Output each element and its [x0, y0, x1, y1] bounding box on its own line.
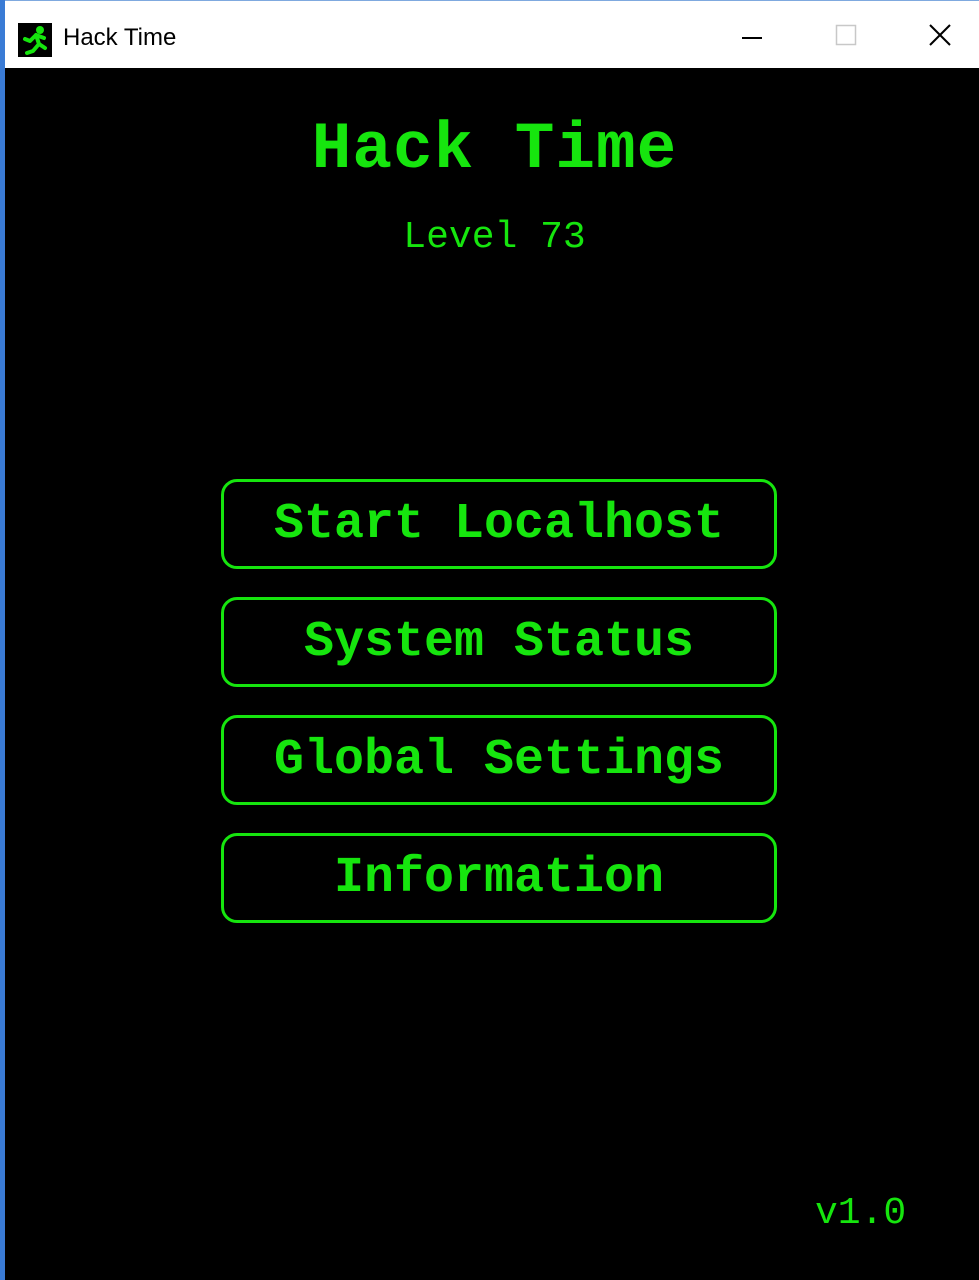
version-label: v1.0 — [815, 1192, 907, 1235]
information-button[interactable]: Information — [221, 833, 777, 923]
system-status-button[interactable]: System Status — [221, 597, 777, 687]
window-title: Hack Time — [63, 24, 177, 51]
app-title: Hack Time — [311, 112, 678, 187]
title-bar[interactable]: Hack Time — [5, 0, 979, 68]
running-man-exit-icon — [18, 23, 52, 57]
maximize-icon — [835, 24, 857, 46]
maximize-button[interactable] — [799, 1, 893, 69]
minimize-icon — [742, 37, 762, 39]
close-button[interactable] — [893, 1, 979, 69]
level-label: Level 73 — [403, 216, 586, 259]
minimize-button[interactable] — [705, 1, 799, 69]
global-settings-button[interactable]: Global Settings — [221, 715, 777, 805]
start-localhost-button[interactable]: Start Localhost — [221, 479, 777, 569]
app-window: Hack Time Hack Time Level 73 Start Local… — [0, 0, 979, 1280]
close-icon — [929, 24, 951, 46]
main-content: Hack Time Level 73 Start Localhost Syste… — [5, 68, 979, 1280]
